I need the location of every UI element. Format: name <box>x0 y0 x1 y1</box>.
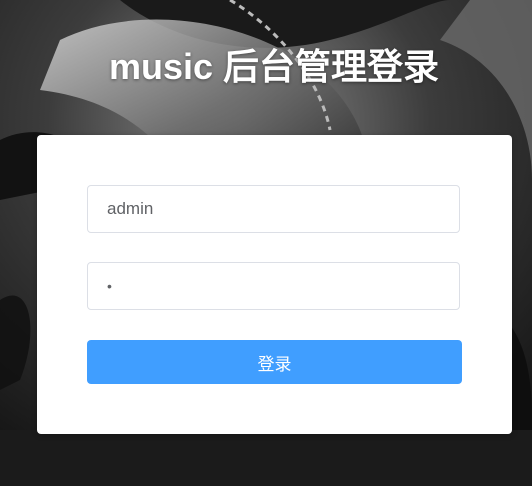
username-input[interactable]: admin <box>87 185 460 233</box>
login-button[interactable]: 登录 <box>87 340 462 384</box>
username-value: admin <box>107 199 154 218</box>
login-card: admin • 登录 <box>37 135 512 434</box>
login-screen: music 后台管理登录 admin • 登录 <box>0 0 532 486</box>
page-title: music 后台管理登录 <box>108 46 440 87</box>
password-input[interactable]: • <box>87 262 460 310</box>
password-mask: • <box>107 278 114 294</box>
